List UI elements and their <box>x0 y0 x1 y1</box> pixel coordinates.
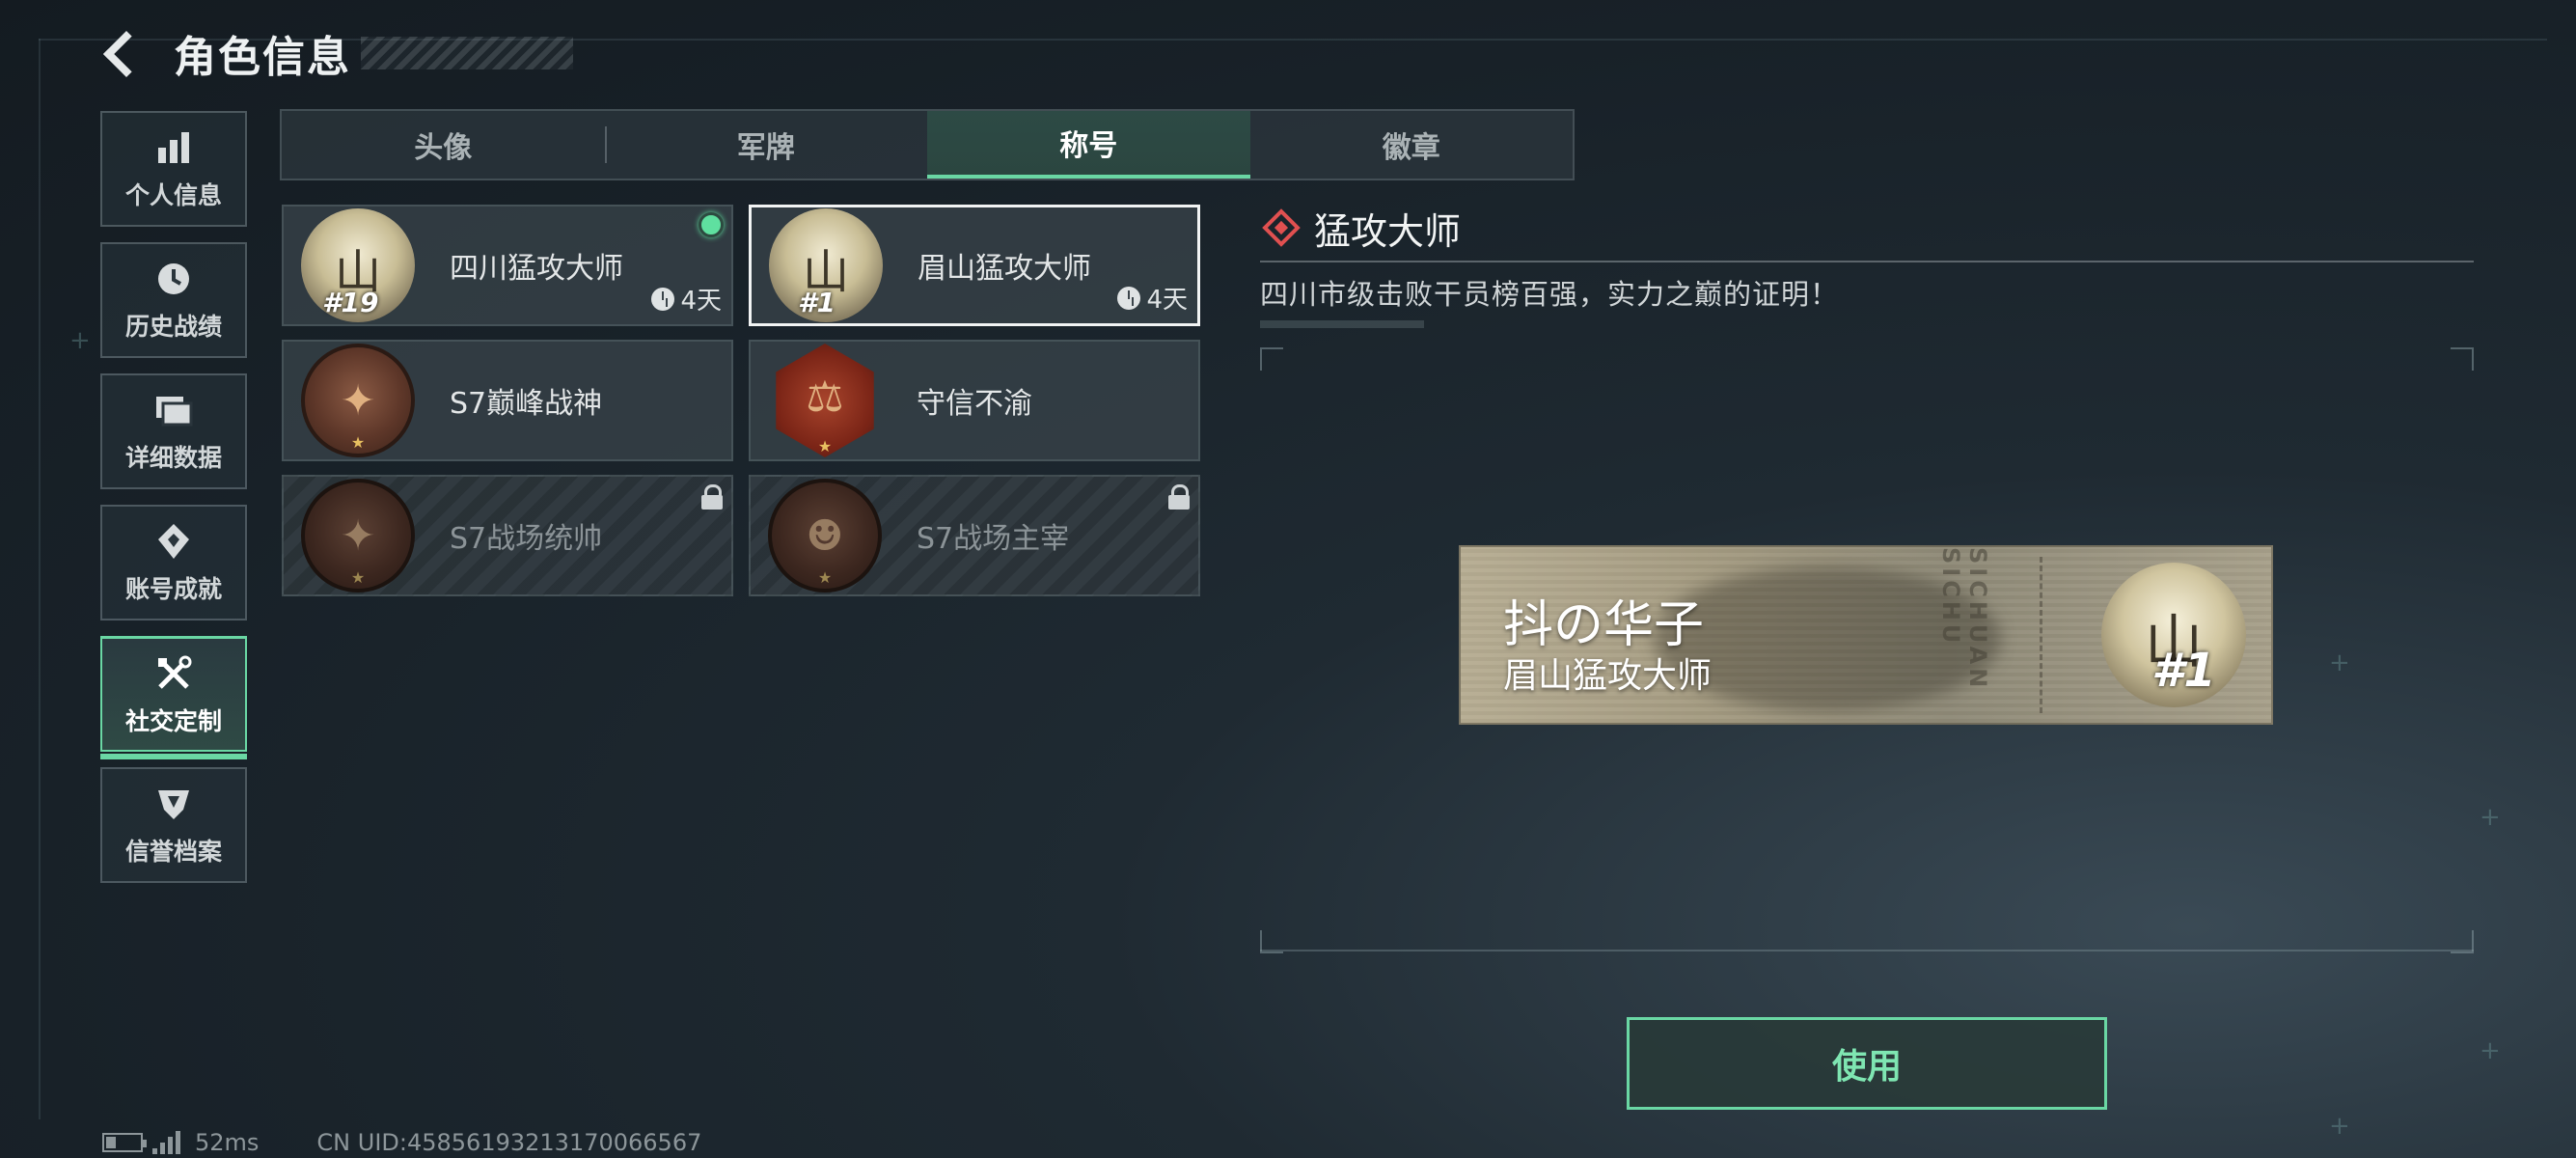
time-remaining: 4天 <box>651 281 722 317</box>
nav-label: 详细数据 <box>124 444 222 472</box>
title-card-locked[interactable]: ☻ ★ S7战场主宰 <box>749 475 1200 596</box>
clock-icon <box>651 287 675 311</box>
bg-guide-line <box>39 39 41 1119</box>
side-nav: 个人信息 历史战绩 详细数据 账号成就 社交定制 信誉档案 <box>100 111 247 898</box>
time-remaining-value: 4天 <box>680 287 722 316</box>
bar-chart-icon <box>152 126 195 169</box>
lock-icon <box>700 484 724 510</box>
nameplate-title: 眉山猛攻大师 <box>1503 656 1713 696</box>
detail-title: 猛攻大师 <box>1314 209 1462 253</box>
tools-icon <box>152 652 195 695</box>
detail-description: 四川市级击败干员榜百强，实力之巅的证明！ <box>1260 278 1840 311</box>
nav-label: 个人信息 <box>124 181 222 209</box>
title-detail-panel: 猛攻大师 四川市级击败干员榜百强，实力之巅的证明！ <box>1260 201 2474 328</box>
equipped-indicator <box>699 212 724 237</box>
title-card[interactable]: 山 #19 四川猛攻大师 4天 <box>282 205 733 326</box>
nav-label: 社交定制 <box>124 706 222 735</box>
nameplate-medal-icon: 山 #1 <box>2101 563 2246 707</box>
divider <box>1260 950 2474 951</box>
lock-icon <box>1167 484 1191 510</box>
bg-crosshair: + <box>69 326 91 355</box>
tab-dog-tag[interactable]: 军牌 <box>604 111 928 179</box>
nav-item-history[interactable]: 历史战绩 <box>100 242 247 358</box>
clock-icon <box>1117 286 1141 310</box>
nav-item-social-custom[interactable]: 社交定制 <box>100 636 247 759</box>
title-name: 四川猛攻大师 <box>450 252 623 286</box>
use-button[interactable]: 使用 <box>1627 1017 2107 1110</box>
nav-item-detailed-data[interactable]: 详细数据 <box>100 373 247 489</box>
nameplate-preview: SICHUAN SICHU 抖の华子 眉山猛攻大师 山 #1 <box>1459 545 2273 725</box>
description-decoration <box>1260 320 1424 328</box>
achievement-icon <box>152 520 195 563</box>
folder-icon <box>152 389 195 431</box>
title-name: S7战场主宰 <box>917 522 1070 556</box>
page-header: 角色信息 <box>96 19 573 87</box>
nav-item-personal-info[interactable]: 个人信息 <box>100 111 247 227</box>
title-medal-icon: ✦ ★ <box>301 344 415 457</box>
nav-item-credit[interactable]: 信誉档案 <box>100 767 247 883</box>
title-card[interactable]: ⚖ ★ 守信不渝 <box>749 340 1200 461</box>
title-medal-icon: 山 #1 <box>769 208 883 322</box>
title-name: S7战场统帅 <box>450 522 603 556</box>
time-remaining-value: 4天 <box>1146 286 1188 315</box>
back-arrow-icon[interactable] <box>96 26 151 80</box>
tab-title[interactable]: 称号 <box>927 111 1250 179</box>
title-medal-icon: ✦ ★ <box>301 479 415 593</box>
page-title: 角色信息 <box>174 33 351 82</box>
signal-icon <box>152 1131 181 1154</box>
time-remaining: 4天 <box>1117 280 1188 316</box>
ping-value: 52ms <box>195 1129 260 1156</box>
title-medal-icon: 山 #19 <box>301 208 415 322</box>
title-medal-icon: ☻ ★ <box>768 479 882 593</box>
title-card-locked[interactable]: ✦ ★ S7战场统帅 <box>282 475 733 596</box>
medal-rank: #19 <box>322 287 379 318</box>
detail-header: 猛攻大师 <box>1260 201 2474 255</box>
battery-icon <box>102 1133 147 1152</box>
nav-item-achievements[interactable]: 账号成就 <box>100 505 247 620</box>
nav-label: 信誉档案 <box>124 838 222 866</box>
bg-crosshair: + <box>2480 1036 2501 1065</box>
medal-rank: #1 <box>798 287 836 318</box>
category-tabs: 头像 军牌 称号 徽章 <box>280 109 1575 180</box>
title-name: 守信不渝 <box>917 387 1032 421</box>
scales-medal-icon: ⚖ ★ <box>776 344 874 457</box>
player-name: 抖の华子 <box>1503 596 1705 654</box>
bg-crosshair: + <box>2480 803 2501 832</box>
title-name: S7巅峰战神 <box>450 387 603 421</box>
nameplate-rank: #1 <box>2151 644 2216 698</box>
clock-history-icon <box>152 258 195 300</box>
title-card-selected[interactable]: 山 #1 眉山猛攻大师 4天 <box>749 205 1200 326</box>
diamond-marker-icon <box>1262 208 1301 247</box>
user-uid: CN UID:4585619321317006656​7 <box>316 1129 702 1156</box>
nav-label: 历史战绩 <box>124 313 222 341</box>
nav-label: 账号成就 <box>124 575 222 603</box>
status-footer: 52ms CN UID:4585619321317006656​7 <box>102 1129 701 1156</box>
tab-badge[interactable]: 徽章 <box>1250 111 1574 179</box>
title-decoration <box>361 37 573 69</box>
shield-icon <box>152 783 195 825</box>
nameplate-perforation <box>2040 557 2042 713</box>
divider <box>1260 261 2474 262</box>
title-grid: 山 #19 四川猛攻大师 4天 山 #1 眉山猛攻大师 4天 ✦ ★ S7巅峰战… <box>282 205 1200 596</box>
nameplate-vertical-text: SICHUAN SICHU <box>1937 547 1991 692</box>
title-name: 眉山猛攻大师 <box>918 252 1091 286</box>
tab-avatar[interactable]: 头像 <box>282 111 605 179</box>
title-card[interactable]: ✦ ★ S7巅峰战神 <box>282 340 733 461</box>
bg-crosshair: + <box>2329 1112 2350 1141</box>
